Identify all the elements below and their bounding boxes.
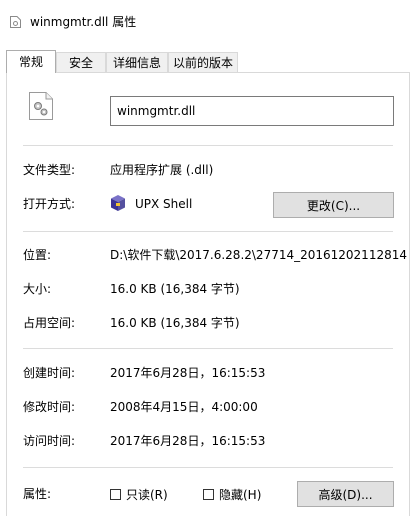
opens-with-label: 打开方式: (23, 197, 76, 211)
file-name-field[interactable] (110, 96, 394, 126)
modified-value: 2008年4月15日，4:00:00 (110, 400, 258, 414)
file-type-label: 文件类型: (23, 163, 76, 177)
size-value: 16.0 KB (16,384 字节) (110, 282, 240, 296)
change-button[interactable]: 更改(C)... (273, 192, 394, 218)
readonly-checkbox-label: 只读(R) (126, 487, 168, 502)
title-bar[interactable]: winmgmtr.dll 属性 (0, 0, 417, 38)
hidden-checkbox-box[interactable] (203, 488, 214, 500)
readonly-checkbox[interactable]: 只读(R) (110, 486, 168, 502)
opens-with-app: UPX Shell (135, 197, 193, 211)
size-on-disk-label: 占用空间: (23, 316, 76, 330)
separator (23, 348, 393, 349)
size-on-disk-value: 16.0 KB (16,384 字节) (110, 316, 240, 330)
tab-general[interactable]: 常规 (6, 50, 56, 73)
tab-details[interactable]: 详细信息 (106, 52, 168, 72)
accessed-value: 2017年6月28日，16:15:53 (110, 434, 266, 448)
dll-file-icon (10, 16, 21, 28)
separator (23, 231, 393, 232)
size-label: 大小: (23, 282, 52, 296)
separator (23, 145, 393, 146)
tab-strip: 常规 安全 详细信息 以前的版本 (6, 50, 411, 73)
modified-label: 修改时间: (23, 400, 76, 414)
location-label: 位置: (23, 248, 52, 262)
created-value: 2017年6月28日，16:15:53 (110, 366, 266, 380)
hidden-checkbox[interactable]: 隐藏(H) (203, 486, 261, 502)
dll-gear-file-icon (29, 92, 53, 120)
accessed-label: 访问时间: (23, 434, 76, 448)
separator (23, 467, 393, 468)
hidden-checkbox-label: 隐藏(H) (219, 487, 262, 502)
advanced-button[interactable]: 高级(D)... (297, 481, 394, 507)
file-type-value: 应用程序扩展 (.dll) (110, 163, 214, 177)
tab-security[interactable]: 安全 (56, 52, 106, 72)
tab-previous-versions[interactable]: 以前的版本 (168, 52, 238, 72)
upx-shell-app-icon (111, 195, 125, 211)
created-label: 创建时间: (23, 366, 76, 380)
location-value: D:\软件下载\2017.6.28.2\27714_20161202112814 (110, 248, 407, 262)
attributes-label: 属性: (23, 487, 52, 501)
window-title: winmgmtr.dll 属性 (30, 15, 137, 29)
readonly-checkbox-box[interactable] (110, 488, 121, 500)
